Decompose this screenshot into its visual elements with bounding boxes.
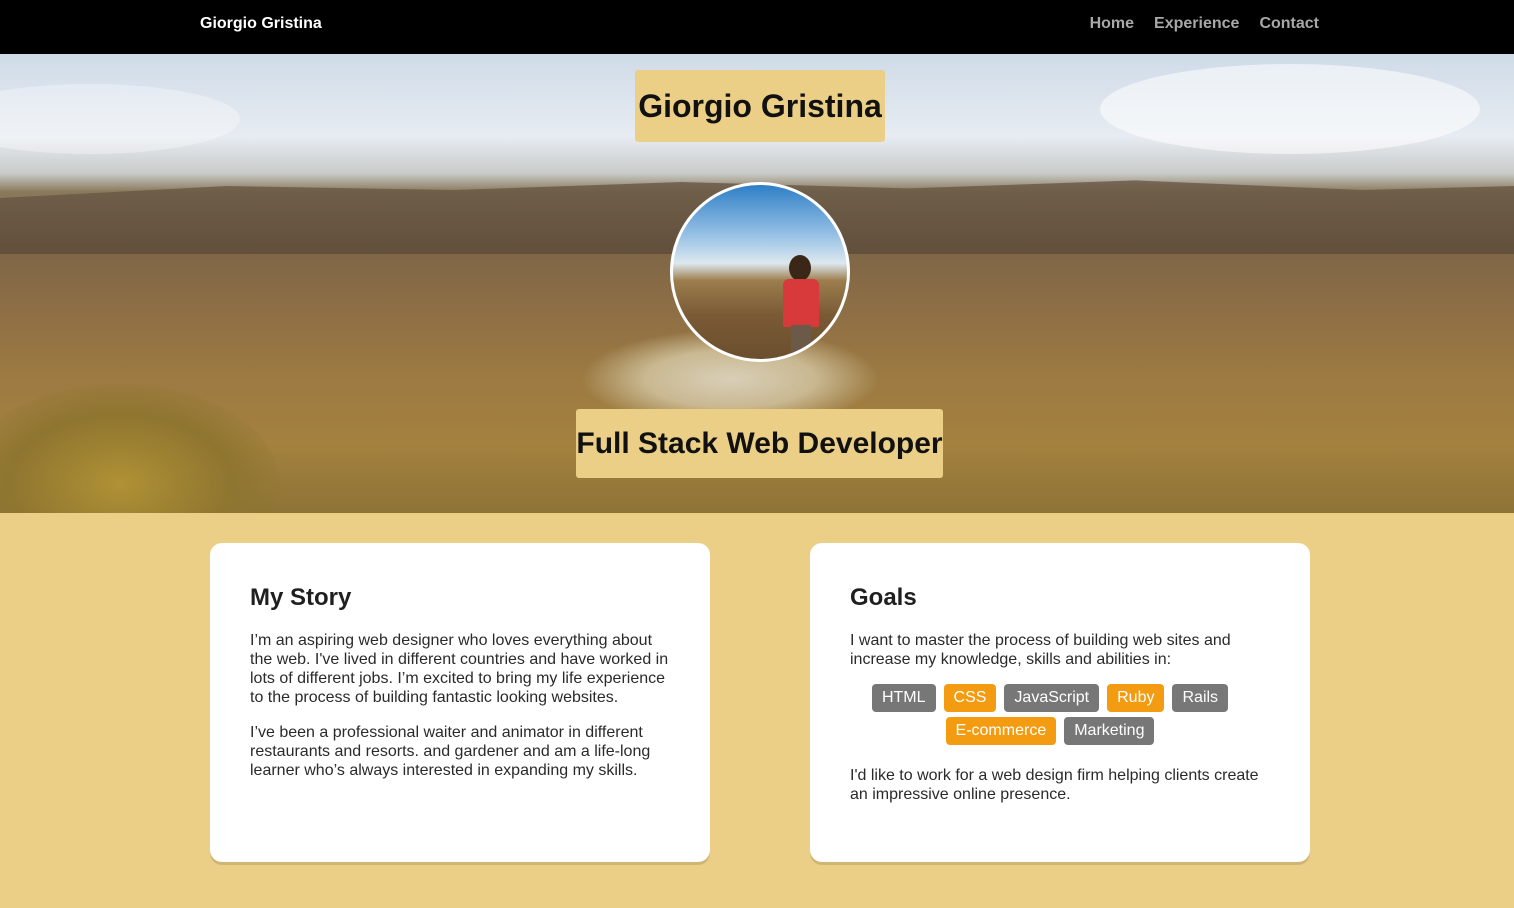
brand-link[interactable]: Giorgio Gristina <box>200 15 322 33</box>
goals-heading: Goals <box>850 584 917 611</box>
skill-tag: Marketing <box>1064 717 1155 745</box>
avatar-shirt <box>783 279 819 327</box>
hero-bushes <box>0 384 280 513</box>
nav-links: Home Experience Contact <box>1090 15 1319 33</box>
skill-tag: JavaScript <box>1004 684 1100 712</box>
skill-tags: HTML CSS JavaScript Ruby Rails E-commerc… <box>855 684 1245 745</box>
skill-tag: CSS <box>943 684 997 712</box>
hero-cloud <box>0 84 240 154</box>
skill-tag: Rails <box>1172 684 1229 712</box>
hero-title: Giorgio Gristina <box>635 70 885 142</box>
avatar-legs <box>791 325 811 355</box>
goals-outro: I'd like to work for a web design firm h… <box>850 767 1259 803</box>
goals-intro: I want to master the process of building… <box>850 632 1231 668</box>
hero-cloud <box>1100 64 1480 154</box>
nav-link-contact[interactable]: Contact <box>1259 15 1319 33</box>
skill-tag: Ruby <box>1107 684 1165 712</box>
story-paragraph: I’ve been a professional waiter and anim… <box>250 724 651 779</box>
story-heading: My Story <box>250 584 352 611</box>
goals-card: Goals I want to master the process of bu… <box>810 543 1310 862</box>
nav-link-experience[interactable]: Experience <box>1154 15 1239 33</box>
profile-avatar <box>670 182 850 362</box>
skill-tag: HTML <box>871 684 936 712</box>
navbar: Giorgio Gristina Home Experience Contact <box>0 0 1514 54</box>
avatar-person <box>779 255 819 355</box>
hero-banner: Giorgio Gristina Full Stack Web Develope… <box>0 54 1514 513</box>
avatar-head <box>789 255 811 281</box>
nav-link-home[interactable]: Home <box>1090 15 1134 33</box>
hero-subtitle: Full Stack Web Developer <box>576 409 943 478</box>
skill-tag: E-commerce <box>945 717 1057 745</box>
story-card: My Story I’m an aspiring web designer wh… <box>210 543 710 862</box>
story-paragraph: I’m an aspiring web designer who loves e… <box>250 632 669 706</box>
